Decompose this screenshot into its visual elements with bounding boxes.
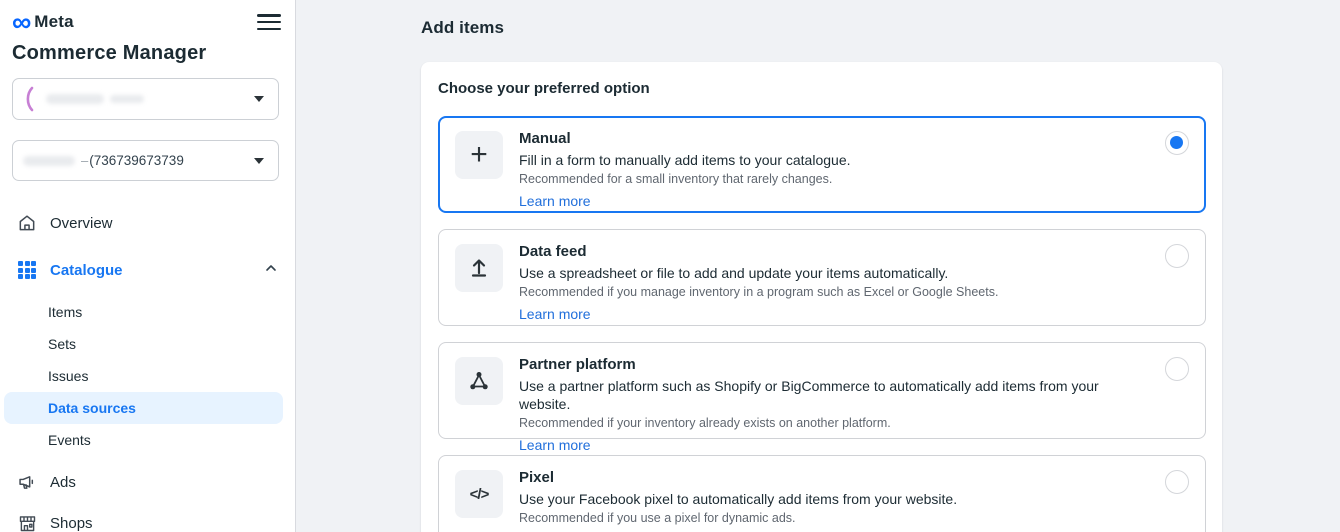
megaphone-icon xyxy=(16,471,38,493)
sidebar: ∞ Meta Commerce Manager – (736739673739 xyxy=(0,0,296,532)
catalogue-selector[interactable]: – (736739673739 xyxy=(12,140,279,181)
radio-manual[interactable] xyxy=(1165,131,1189,155)
radio-data-feed[interactable] xyxy=(1165,244,1189,268)
sidebar-subitem-data-sources[interactable]: Data sources xyxy=(4,392,283,424)
business-selector[interactable] xyxy=(12,78,279,120)
sidebar-item-label: Catalogue xyxy=(50,262,123,279)
plus-icon: + xyxy=(455,131,503,179)
option-text: Pixel Use your Facebook pixel to automat… xyxy=(519,468,1149,532)
chevron-up-icon[interactable] xyxy=(263,260,279,280)
catalogue-id-text: (736739673739 xyxy=(89,153,184,168)
option-text: Data feed Use a spreadsheet or file to a… xyxy=(519,242,1149,313)
option-description: Use a partner platform such as Shopify o… xyxy=(519,377,1149,413)
redacted-text xyxy=(110,95,144,103)
catalogue-submenu: Items Sets Issues Data sources Events xyxy=(0,296,295,456)
option-partner-platform[interactable]: Partner platform Use a partner platform … xyxy=(438,342,1206,439)
meta-logo: ∞ Meta xyxy=(12,12,74,32)
redacted-business-logo xyxy=(23,86,36,112)
sidebar-item-label: Ads xyxy=(50,474,76,491)
options-card: Choose your preferred option + Manual Fi… xyxy=(421,62,1222,532)
learn-more-link[interactable]: Learn more xyxy=(519,193,591,210)
option-description: Use a spreadsheet or file to add and upd… xyxy=(519,264,1149,282)
app-title: Commerce Manager xyxy=(0,32,295,65)
redacted-text xyxy=(46,94,104,104)
redacted-text xyxy=(23,156,75,166)
option-recommendation: Recommended if you use a pixel for dynam… xyxy=(519,511,1149,526)
brand-name: Meta xyxy=(34,12,74,32)
option-title: Pixel xyxy=(519,468,1149,487)
learn-more-link[interactable]: Learn more xyxy=(519,306,591,323)
sidebar-item-shops[interactable]: Shops xyxy=(0,511,295,532)
option-title: Data feed xyxy=(519,242,1149,261)
menu-toggle-button[interactable] xyxy=(257,12,281,32)
sidebar-nav: Overview Catalogue Items Sets Issues Dat… xyxy=(0,211,295,532)
sidebar-item-label: Shops xyxy=(50,515,93,532)
option-data-feed[interactable]: Data feed Use a spreadsheet or file to a… xyxy=(438,229,1206,326)
sidebar-subitem-sets[interactable]: Sets xyxy=(4,328,287,360)
option-title: Partner platform xyxy=(519,355,1149,374)
option-manual[interactable]: + Manual Fill in a form to manually add … xyxy=(438,116,1206,213)
caret-down-icon xyxy=(254,96,264,102)
home-icon xyxy=(16,212,38,234)
redacted-text: – xyxy=(81,153,88,168)
sidebar-item-ads[interactable]: Ads xyxy=(0,470,295,494)
page-title: Add items xyxy=(421,18,1340,38)
main-content: Add items Choose your preferred option +… xyxy=(296,0,1340,532)
option-text: Manual Fill in a form to manually add it… xyxy=(519,129,1149,200)
upload-icon xyxy=(455,244,503,292)
learn-more-link[interactable]: Learn more xyxy=(519,437,591,454)
sidebar-item-label: Overview xyxy=(50,215,113,232)
option-text: Partner platform Use a partner platform … xyxy=(519,355,1149,426)
card-title: Choose your preferred option xyxy=(438,80,1206,97)
radio-partner-platform[interactable] xyxy=(1165,357,1189,381)
sidebar-item-catalogue[interactable]: Catalogue xyxy=(0,258,295,282)
option-recommendation: Recommended if you manage inventory in a… xyxy=(519,285,1149,300)
code-icon: </> xyxy=(455,470,503,518)
option-pixel[interactable]: </> Pixel Use your Facebook pixel to aut… xyxy=(438,455,1206,532)
caret-down-icon xyxy=(254,158,264,164)
option-title: Manual xyxy=(519,129,1149,148)
partner-network-icon xyxy=(455,357,503,405)
hamburger-icon xyxy=(257,14,281,17)
storefront-icon xyxy=(16,512,38,532)
sidebar-subitem-items[interactable]: Items xyxy=(4,296,287,328)
option-recommendation: Recommended for a small inventory that r… xyxy=(519,172,1149,187)
meta-infinity-icon: ∞ xyxy=(12,12,30,32)
option-description: Fill in a form to manually add items to … xyxy=(519,151,1149,169)
sidebar-header: ∞ Meta xyxy=(0,0,295,32)
sidebar-subitem-events[interactable]: Events xyxy=(4,424,287,456)
sidebar-item-overview[interactable]: Overview xyxy=(0,211,295,235)
option-description: Use your Facebook pixel to automatically… xyxy=(519,490,1149,508)
option-recommendation: Recommended if your inventory already ex… xyxy=(519,416,1149,431)
sidebar-subitem-issues[interactable]: Issues xyxy=(4,360,287,392)
radio-pixel[interactable] xyxy=(1165,470,1189,494)
grid-icon xyxy=(16,259,38,281)
